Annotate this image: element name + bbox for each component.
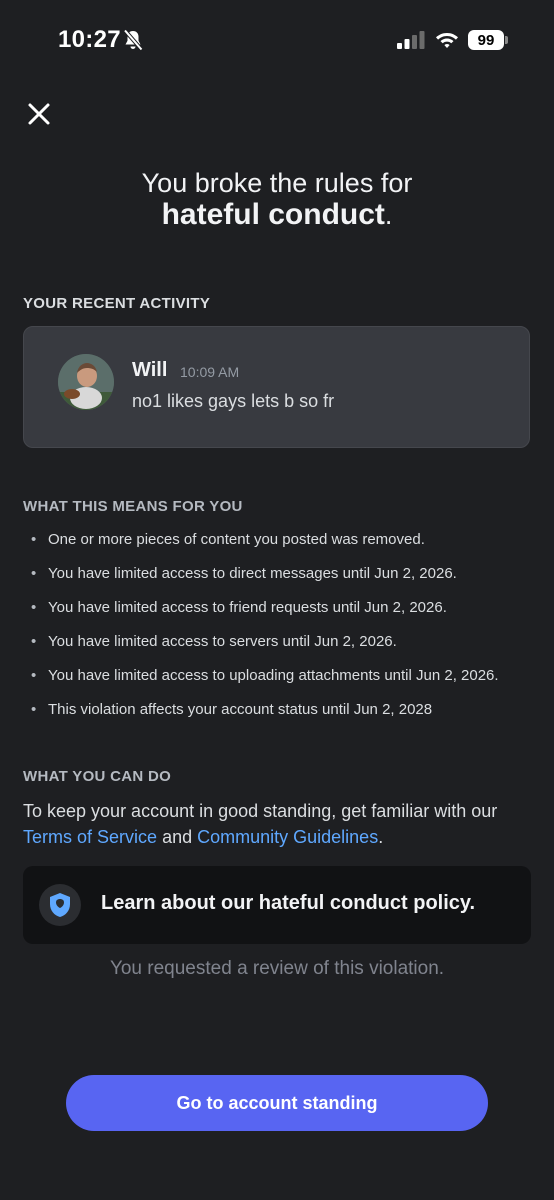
consequences-list: • One or more pieces of content you poste…	[23, 528, 543, 732]
message-card: Will 10:09 AM no1 likes gays lets b so f…	[23, 326, 530, 448]
recent-activity-heading: YOUR RECENT ACTIVITY	[23, 295, 211, 312]
battery-indicator: 99	[468, 30, 504, 50]
list-item: • You have limited access to servers unti…	[23, 630, 543, 664]
terms-of-service-link[interactable]: Terms of Service	[23, 827, 157, 847]
policy-card-label: Learn about our hateful conduct policy.	[101, 892, 476, 914]
wifi-icon	[436, 33, 458, 48]
what-this-means-heading: WHAT THIS MEANS FOR YOU	[23, 498, 243, 515]
message-timestamp: 10:09 AM	[180, 364, 240, 380]
avatar-image	[58, 354, 114, 410]
guidance-paragraph: To keep your account in good standing, g…	[23, 801, 498, 847]
list-item: • One or more pieces of content you poste…	[23, 528, 543, 562]
shield-icon	[50, 893, 70, 917]
status-time: 10:27	[58, 26, 121, 53]
title-suffix: .	[384, 200, 393, 230]
close-icon[interactable]	[22, 97, 56, 131]
title-line-2: hateful conduct.	[0, 199, 554, 231]
message-author: Will	[132, 359, 168, 381]
page-title: You broke the rules for hateful conduct.	[0, 168, 554, 231]
review-status-text: You requested a review of this violation…	[109, 958, 445, 979]
hateful-conduct-policy-button[interactable]: Learn about our hateful conduct policy.	[23, 866, 531, 944]
bullet-dot: •	[31, 599, 37, 616]
status-bar: 10:27 99	[0, 0, 554, 80]
bullet-dot: •	[31, 633, 37, 650]
bullet-dot: •	[31, 701, 37, 718]
community-guidelines-link[interactable]: Community Guidelines	[197, 827, 378, 847]
message-text: no1 likes gays lets b so fr	[132, 391, 335, 411]
avatar	[58, 354, 114, 410]
battery-nub	[505, 36, 508, 44]
bullet-dot: •	[31, 565, 37, 582]
bell-muted-icon	[123, 29, 144, 51]
policy-icon-circle	[39, 884, 81, 926]
bullet-dot: •	[31, 667, 37, 684]
go-to-account-standing-button[interactable]: Go to account standing	[66, 1075, 488, 1131]
bullet-dot: •	[31, 531, 37, 548]
violation-type: hateful conduct	[161, 198, 385, 231]
list-item: • You have limited access to uploading at…	[23, 664, 543, 698]
list-item: • You have limited access to direct messa…	[23, 562, 543, 596]
what-you-can-do-heading: WHAT YOU CAN DO	[23, 768, 172, 785]
list-item: • You have limited access to friend reque…	[23, 596, 543, 630]
title-line-1: You broke the rules for	[141, 168, 413, 198]
list-item: • This violation affects your account sta…	[23, 698, 543, 732]
cellular-signal-icon	[397, 31, 425, 49]
